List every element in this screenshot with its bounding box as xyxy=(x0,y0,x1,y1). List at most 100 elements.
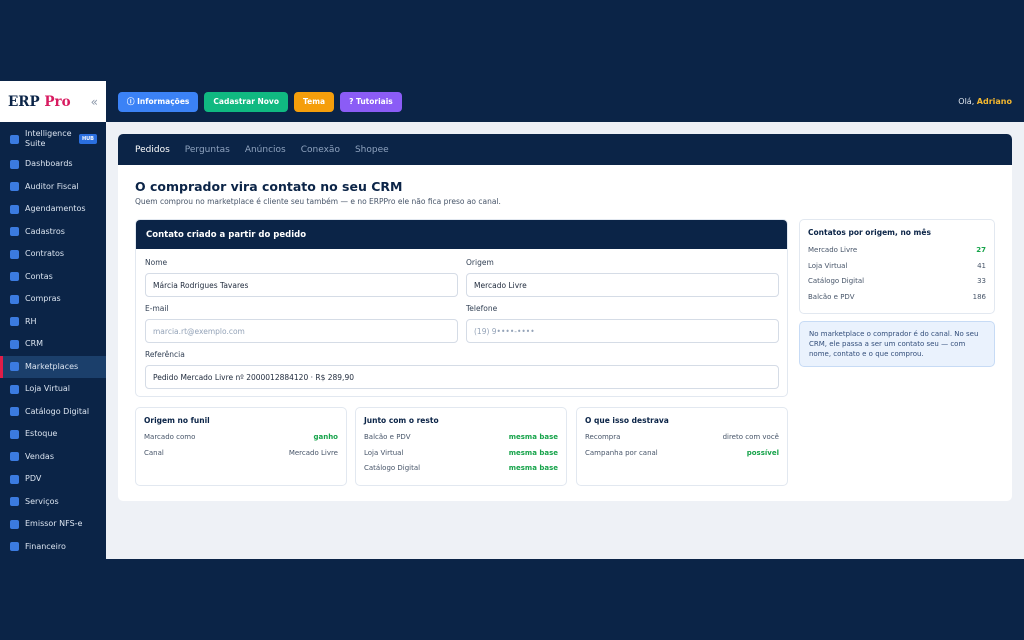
tab-perguntas[interactable]: Perguntas xyxy=(185,134,230,165)
sidebar-item-label: Financeiro xyxy=(25,541,66,551)
name-input[interactable]: Márcia Rodrigues Tavares xyxy=(145,273,458,297)
sidebar-item-emissor-nfse[interactable]: Emissor NFS-e xyxy=(0,513,106,536)
module-icon xyxy=(10,272,19,282)
row-value: mesma base xyxy=(508,448,558,457)
sidebar-item-pdv[interactable]: PDV xyxy=(0,468,106,491)
module-icon xyxy=(10,134,19,144)
hub-badge: HUB xyxy=(78,134,97,144)
reference-label: Referência xyxy=(145,350,185,359)
tab-conexao[interactable]: Conexão xyxy=(301,134,340,165)
sidebar-item-label: Agendamentos xyxy=(25,204,86,214)
collapse-sidebar-icon[interactable]: « xyxy=(91,95,98,109)
funnel-origin-card: Origem no funil Marcado como ganho Canal M… xyxy=(135,407,347,486)
theme-button[interactable]: Tema xyxy=(293,91,335,112)
sidebar-item-label: Emissor NFS-e xyxy=(25,519,83,529)
row-key: Campanha por canal xyxy=(585,448,658,457)
card-row: Loja Virtual mesma base xyxy=(364,449,558,465)
sidebar-item-compras[interactable]: Compras xyxy=(0,288,106,311)
row-value: direto com você xyxy=(722,433,779,441)
row-key: Balcão e PDV xyxy=(364,433,411,441)
card-row: Recompra direto com você xyxy=(585,433,779,449)
sidebar-item-financeiro[interactable]: Financeiro xyxy=(0,536,106,559)
sidebar-item-label: Marketplaces xyxy=(25,361,79,371)
module-icon xyxy=(10,204,19,214)
sidebar-item-loja-virtual[interactable]: Loja Virtual xyxy=(0,378,106,401)
card-title: Contatos por origem, no mês xyxy=(808,228,931,237)
phone-field: Telefone (19) 9••••-•••• xyxy=(466,304,779,343)
origin-input[interactable]: Mercado Livre xyxy=(466,273,779,297)
sidebar-nav: Intelligence Suite HUB Dashboards Auditor… xyxy=(0,122,106,559)
row-key: Mercado Livre xyxy=(808,246,858,254)
row-value: mesma base xyxy=(508,433,558,441)
info-button[interactable]: ⓘ Informações xyxy=(118,91,199,112)
sidebar-item-vendas[interactable]: Vendas xyxy=(0,446,106,469)
sidebar-item-contas[interactable]: Contas xyxy=(0,266,106,289)
brand-bar: ERP Pro « xyxy=(0,81,106,122)
module-icon xyxy=(10,159,19,169)
marketplace-panel: Pedidos Perguntas Anúncios Conexão Shope… xyxy=(118,134,1012,501)
row-value: 27 xyxy=(976,246,986,254)
sidebar-item-label: Cadastros xyxy=(25,226,65,236)
card-title: O que isso destrava xyxy=(585,416,669,425)
user-greeting: Olá, Adriano xyxy=(958,97,1012,106)
logo-text: ERP xyxy=(8,93,40,110)
card-row: Catálogo Digital mesma base xyxy=(364,464,558,480)
sidebar-item-cadastros[interactable]: Cadastros xyxy=(0,221,106,244)
card-row: Marcado como ganho xyxy=(144,433,338,449)
sidebar-item-estoque[interactable]: Estoque xyxy=(0,423,106,446)
contact-form-card: Contato criado a partir do pedido Nome M… xyxy=(135,219,788,397)
module-icon xyxy=(10,542,19,552)
row-value: 186 xyxy=(972,292,986,301)
tab-anuncios[interactable]: Anúncios xyxy=(245,134,286,165)
module-icon xyxy=(10,474,19,484)
sidebar-item-label: Dashboards xyxy=(25,159,73,169)
tab-pedidos[interactable]: Pedidos xyxy=(135,134,170,165)
sidebar-item-label: Compras xyxy=(25,294,61,304)
email-label: E-mail xyxy=(145,304,169,313)
info-note: No marketplace o comprador é do canal. N… xyxy=(799,321,995,367)
row-value: possível xyxy=(746,448,779,457)
row-value: 41 xyxy=(977,261,986,270)
sidebar-item-label: RH xyxy=(25,316,37,326)
create-new-button[interactable]: Cadastrar Novo xyxy=(204,91,288,112)
sidebar-item-crm[interactable]: CRM xyxy=(0,333,106,356)
tab-bar: Pedidos Perguntas Anúncios Conexão Shope… xyxy=(118,134,1012,165)
sidebar-item-rh[interactable]: RH xyxy=(0,311,106,334)
sidebar-item-marketplaces[interactable]: Marketplaces xyxy=(0,355,106,378)
sidebar-item-catalogo-digital[interactable]: Catálogo Digital xyxy=(0,401,106,424)
sidebar-item-label: PDV xyxy=(25,474,42,484)
top-toolbar: ⓘ Informações Cadastrar Novo Tema ? Tuto… xyxy=(106,81,1024,122)
card-title: Junto com o resto xyxy=(364,416,439,425)
logo[interactable]: ERP Pro xyxy=(8,94,71,110)
reference-input[interactable]: Pedido Mercado Livre nº 2000012884120 · … xyxy=(145,365,779,389)
sidebar-item-servicos[interactable]: Serviços xyxy=(0,491,106,514)
module-icon xyxy=(10,249,19,259)
phone-input[interactable]: (19) 9••••-•••• xyxy=(466,319,779,343)
user-name[interactable]: Adriano xyxy=(977,97,1012,106)
sidebar-item-intelligence-suite[interactable]: Intelligence Suite HUB xyxy=(0,125,106,153)
origin-row: Loja Virtual 41 xyxy=(808,262,986,278)
form-title: Contato criado a partir do pedido xyxy=(136,220,787,249)
card-row: Balcão e PDV mesma base xyxy=(364,433,558,449)
sidebar-item-contratos[interactable]: Contratos xyxy=(0,243,106,266)
email-input[interactable]: marcia.rt@exemplo.com xyxy=(145,319,458,343)
sidebar-item-agendamentos[interactable]: Agendamentos xyxy=(0,198,106,221)
sidebar-item-label: Intelligence Suite xyxy=(25,128,72,148)
page-title: O comprador vira contato no seu CRM xyxy=(135,179,403,194)
sidebar-item-label: Serviços xyxy=(25,496,59,506)
contacts-by-origin-card: Contatos por origem, no mês Mercado Livr… xyxy=(799,219,995,314)
together-card: Junto com o resto Balcão e PDV mesma base… xyxy=(355,407,567,486)
module-icon xyxy=(10,317,19,327)
card-title: Origem no funil xyxy=(144,416,210,425)
module-icon xyxy=(10,339,19,349)
sidebar-item-dashboards[interactable]: Dashboards xyxy=(0,153,106,176)
row-value: 33 xyxy=(977,277,986,285)
row-key: Canal xyxy=(144,448,164,457)
tab-shopee[interactable]: Shopee xyxy=(355,134,389,165)
tutorials-button[interactable]: ? Tutoriais xyxy=(340,91,402,112)
page-subtitle: Quem comprou no marketplace é cliente se… xyxy=(135,197,501,206)
row-key: Recompra xyxy=(585,433,621,441)
sidebar-item-auditor-fiscal[interactable]: Auditor Fiscal xyxy=(0,176,106,199)
unlocks-card: O que isso destrava Recompra direto com v… xyxy=(576,407,788,486)
phone-label: Telefone xyxy=(466,304,498,313)
